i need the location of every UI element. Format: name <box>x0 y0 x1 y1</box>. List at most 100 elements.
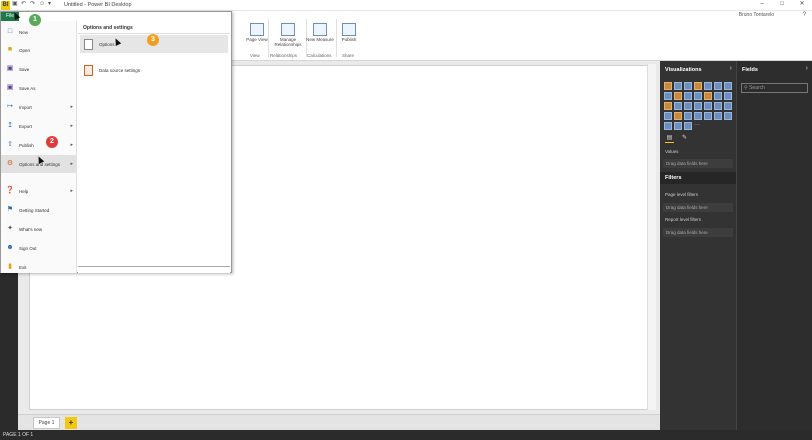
fields-pane: Fields › ⚲ Search <box>736 61 812 430</box>
clustered-bar-icon[interactable] <box>684 82 692 90</box>
stacked-area-icon[interactable] <box>674 92 682 100</box>
menu-item-publish[interactable]: ⇧ Publish ▸ <box>1 136 77 154</box>
menu-item-help[interactable]: ❓ Help ▸ <box>1 182 77 200</box>
menu-item-new[interactable]: □ New <box>1 23 77 41</box>
menu-item-label: What's new <box>19 226 43 232</box>
arcgis-icon[interactable] <box>674 122 682 130</box>
pie-chart-icon[interactable] <box>664 102 672 110</box>
clustered-column-icon[interactable] <box>694 82 702 90</box>
quick-access-toolbar: ▣ ↶ ↷ ☺ ▾ <box>12 1 55 8</box>
menu-item-open[interactable]: ■ Open <box>1 41 77 59</box>
exit-icon: ▮ <box>8 263 12 270</box>
menu-item-getting-started[interactable]: ⚑ Getting Started <box>1 201 77 219</box>
manage-relationships-button[interactable]: Manage Relationships <box>272 23 304 47</box>
data-source-settings-icon <box>84 64 93 76</box>
area-chart-icon[interactable] <box>664 92 672 100</box>
maximize-button[interactable]: □ <box>772 0 792 9</box>
options-settings-submenu: Options and settings Options Data source… <box>78 21 230 273</box>
treemap-icon[interactable] <box>684 102 692 110</box>
fields-well-icon[interactable]: ▤ <box>665 134 674 143</box>
search-placeholder: Search <box>749 85 765 91</box>
menu-item-label: Save <box>19 66 30 72</box>
menu-item-export[interactable]: ↥ Export ▸ <box>1 117 77 135</box>
viz-subtabs: ▤ ✎ <box>665 134 689 143</box>
file-menu-list: □ New ■ Open ▣ Save ▣ Save As ↦ Import ▸… <box>1 21 77 273</box>
ribbon-chart-icon[interactable] <box>704 92 712 100</box>
submenu-item-data-source-settings[interactable]: Data source settings <box>80 61 228 79</box>
canvas-scrollbar[interactable] <box>647 64 656 410</box>
options-icon: ⚙ <box>6 160 14 167</box>
page-view-button[interactable]: Page View <box>244 23 270 42</box>
fields-search-input[interactable]: ⚲ Search <box>741 83 808 93</box>
page-filters-drop-zone[interactable]: Drag data fields here <box>663 203 733 212</box>
chevron-right-icon: ▸ <box>70 161 73 167</box>
menu-item-label: Export <box>19 123 33 129</box>
add-page-button[interactable]: + <box>65 417 77 429</box>
smiley-icon[interactable]: ☺ <box>39 1 46 8</box>
scatter-icon[interactable] <box>724 92 732 100</box>
menu-item-save-as[interactable]: ▣ Save As <box>1 79 77 97</box>
save-icon[interactable]: ▣ <box>12 1 19 8</box>
open-icon: ■ <box>7 46 13 53</box>
waterfall-icon[interactable] <box>714 92 722 100</box>
chevron-down-icon[interactable]: ▾ <box>48 1 55 8</box>
map-icon[interactable] <box>694 102 702 110</box>
ribbon-group-share: Share <box>342 53 355 58</box>
menu-item-save[interactable]: ▣ Save <box>1 60 77 78</box>
redo-icon[interactable]: ↷ <box>30 1 37 8</box>
ribbon-group-relationships: Relationships <box>270 53 298 58</box>
menu-item-whats-new[interactable]: ✦ What's new <box>1 220 77 238</box>
minimize-button[interactable]: – <box>752 0 772 9</box>
stacked-column-icon[interactable] <box>674 82 682 90</box>
user-name[interactable]: Bruno Tontarelo <box>739 12 774 18</box>
window-controls: – □ ✕ <box>752 0 812 9</box>
chevron-right-icon[interactable]: › <box>806 65 808 72</box>
line-column-icon[interactable] <box>684 92 692 100</box>
title-bar: BI ▣ ↶ ↷ ☺ ▾ Untitled - Power BI Desktop… <box>0 0 812 11</box>
close-button[interactable]: ✕ <box>792 0 812 9</box>
donut-chart-icon[interactable] <box>674 102 682 110</box>
table-icon[interactable] <box>714 102 722 110</box>
getting-started-icon: ⚑ <box>6 206 14 213</box>
ribbon-group-calculations: Calculations <box>307 53 332 58</box>
help-icon[interactable]: ? <box>803 12 806 18</box>
chevron-right-icon[interactable]: › <box>730 65 732 72</box>
step-badge-2: 2 <box>46 136 58 148</box>
format-paint-icon[interactable]: ✎ <box>680 134 689 143</box>
save-as-icon: ▣ <box>6 84 14 91</box>
step-badge-1: 1 <box>29 14 41 26</box>
submenu-item-label: Options <box>99 41 115 47</box>
100-column-icon[interactable] <box>714 82 722 90</box>
menu-item-label: Exit <box>19 264 27 270</box>
page-view-label: Page View <box>246 37 268 42</box>
r-script-icon[interactable] <box>684 122 692 130</box>
globe-icon[interactable] <box>664 122 672 130</box>
funnel-icon[interactable] <box>664 112 672 120</box>
more-visuals-icon[interactable]: ··· <box>694 122 702 130</box>
line-clustered-icon[interactable] <box>694 92 702 100</box>
slicer-icon[interactable] <box>714 112 722 120</box>
undo-icon[interactable]: ↶ <box>21 1 28 8</box>
card-icon[interactable] <box>684 112 692 120</box>
shape-map-icon[interactable] <box>724 112 732 120</box>
file-menu: File □ New ■ Open ▣ Save ▣ Save As ↦ Imp… <box>0 11 232 273</box>
gauge-icon[interactable] <box>674 112 682 120</box>
report-filters-drop-zone[interactable]: Drag data fields here <box>663 228 733 237</box>
line-chart-icon[interactable] <box>724 82 732 90</box>
new-measure-button[interactable]: New Measure <box>306 23 334 42</box>
menu-item-exit[interactable]: ▮ Exit <box>1 258 77 276</box>
values-drop-zone[interactable]: Drag data fields here <box>663 159 733 168</box>
100-bar-icon[interactable] <box>704 82 712 90</box>
power-bi-logo: BI <box>1 1 10 10</box>
new-measure-label: New Measure <box>306 37 334 42</box>
page-tab[interactable]: Page 1 <box>33 417 60 429</box>
filled-map-icon[interactable] <box>704 102 712 110</box>
kpi-icon[interactable] <box>704 112 712 120</box>
stacked-bar-icon[interactable] <box>664 82 672 90</box>
visualizations-title: Visualizations <box>665 67 702 73</box>
menu-item-import[interactable]: ↦ Import ▸ <box>1 98 77 116</box>
multirow-card-icon[interactable] <box>694 112 702 120</box>
menu-item-sign-out[interactable]: ☻ Sign Out <box>1 239 77 257</box>
publish-ribbon-button[interactable]: Publish <box>336 23 362 42</box>
matrix-icon[interactable] <box>724 102 732 110</box>
